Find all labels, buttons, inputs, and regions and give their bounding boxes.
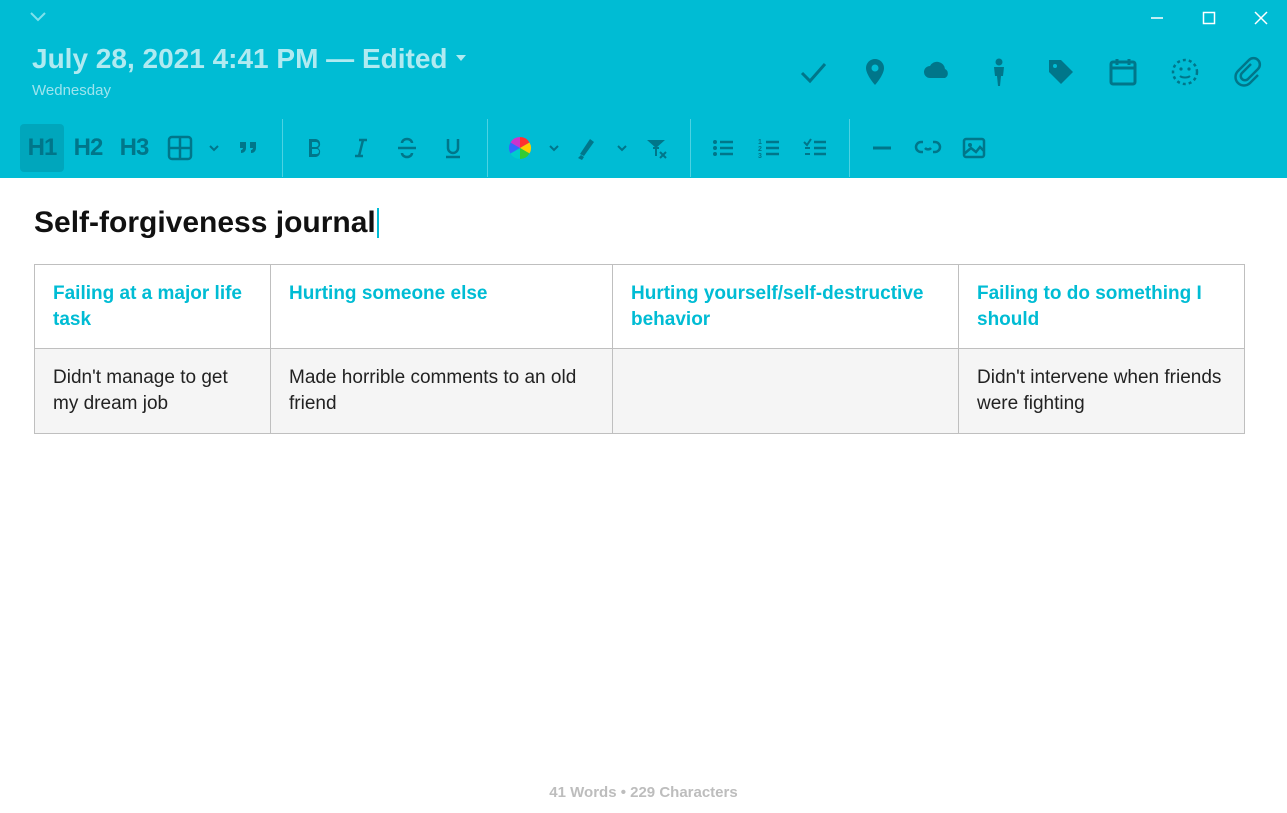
toolbar-separator [690,119,691,177]
maximize-button[interactable] [1183,0,1235,36]
toolbar-separator [487,119,488,177]
table-cell[interactable]: Didn't intervene when friends were fight… [959,349,1245,433]
table-header-row: Failing at a major life task Hurting som… [35,265,1245,349]
checklist-button[interactable] [793,124,837,172]
entry-action-icons [797,56,1263,88]
table-header-cell[interactable]: Hurting someone else [271,265,613,349]
strikethrough-button[interactable] [385,124,429,172]
title-bar [0,0,1287,36]
svg-text:3: 3 [758,153,762,160]
svg-text:1: 1 [758,139,762,146]
blockquote-button[interactable] [226,124,270,172]
italic-button[interactable] [339,124,383,172]
format-toolbar: H1 H2 H3 123 [0,118,1287,178]
cloud-icon[interactable] [921,56,953,88]
toolbar-separator [282,119,283,177]
collapse-chevron-icon[interactable] [28,9,48,28]
person-icon[interactable] [983,56,1015,88]
journal-table[interactable]: Failing at a major life task Hurting som… [34,264,1245,434]
word-count-status: 41 Words • 229 Characters [0,784,1287,801]
document-title[interactable]: Self-forgiveness journal [34,206,376,240]
close-button[interactable] [1235,0,1287,36]
image-button[interactable] [952,124,996,172]
table-cell[interactable] [613,349,959,433]
date-dropdown-icon[interactable] [454,50,468,68]
clear-format-button[interactable] [634,124,678,172]
editor-content[interactable]: Self-forgiveness journal Failing at a ma… [0,178,1287,462]
table-cell[interactable]: Made horrible comments to an old friend [271,349,613,433]
toolbar-separator [849,119,850,177]
table-header-cell[interactable]: Hurting yourself/self-destructive behavi… [613,265,959,349]
svg-text:2: 2 [758,146,762,153]
heading3-button[interactable]: H3 [112,124,156,172]
text-color-button[interactable] [498,124,542,172]
window-controls [1131,0,1287,36]
text-color-dropdown-icon[interactable] [544,124,564,172]
heading1-button[interactable]: H1 [20,124,64,172]
link-button[interactable] [906,124,950,172]
calendar-icon[interactable] [1107,56,1139,88]
table-dropdown-icon[interactable] [204,124,224,172]
numbered-list-button[interactable]: 123 [747,124,791,172]
tag-icon[interactable] [1045,56,1077,88]
highlight-dropdown-icon[interactable] [612,124,632,172]
table-button[interactable] [158,124,202,172]
horizontal-rule-button[interactable] [860,124,904,172]
bullet-list-button[interactable] [701,124,745,172]
underline-button[interactable] [431,124,475,172]
table-header-cell[interactable]: Failing at a major life task [35,265,271,349]
table-row: Didn't manage to get my dream job Made h… [35,349,1245,433]
app-header: July 28, 2021 4:41 PM — Edited Wednesday… [0,0,1287,178]
entry-date: July 28, 2021 4:41 PM — Edited [32,43,448,75]
mood-emoji-icon[interactable] [1169,56,1201,88]
attachment-icon[interactable] [1231,56,1263,88]
highlight-button[interactable] [566,124,610,172]
minimize-button[interactable] [1131,0,1183,36]
location-pin-icon[interactable] [859,56,891,88]
done-check-icon[interactable] [797,56,829,88]
heading2-button[interactable]: H2 [66,124,110,172]
table-header-cell[interactable]: Failing to do something I should [959,265,1245,349]
table-cell[interactable]: Didn't manage to get my dream job [35,349,271,433]
bold-button[interactable] [293,124,337,172]
